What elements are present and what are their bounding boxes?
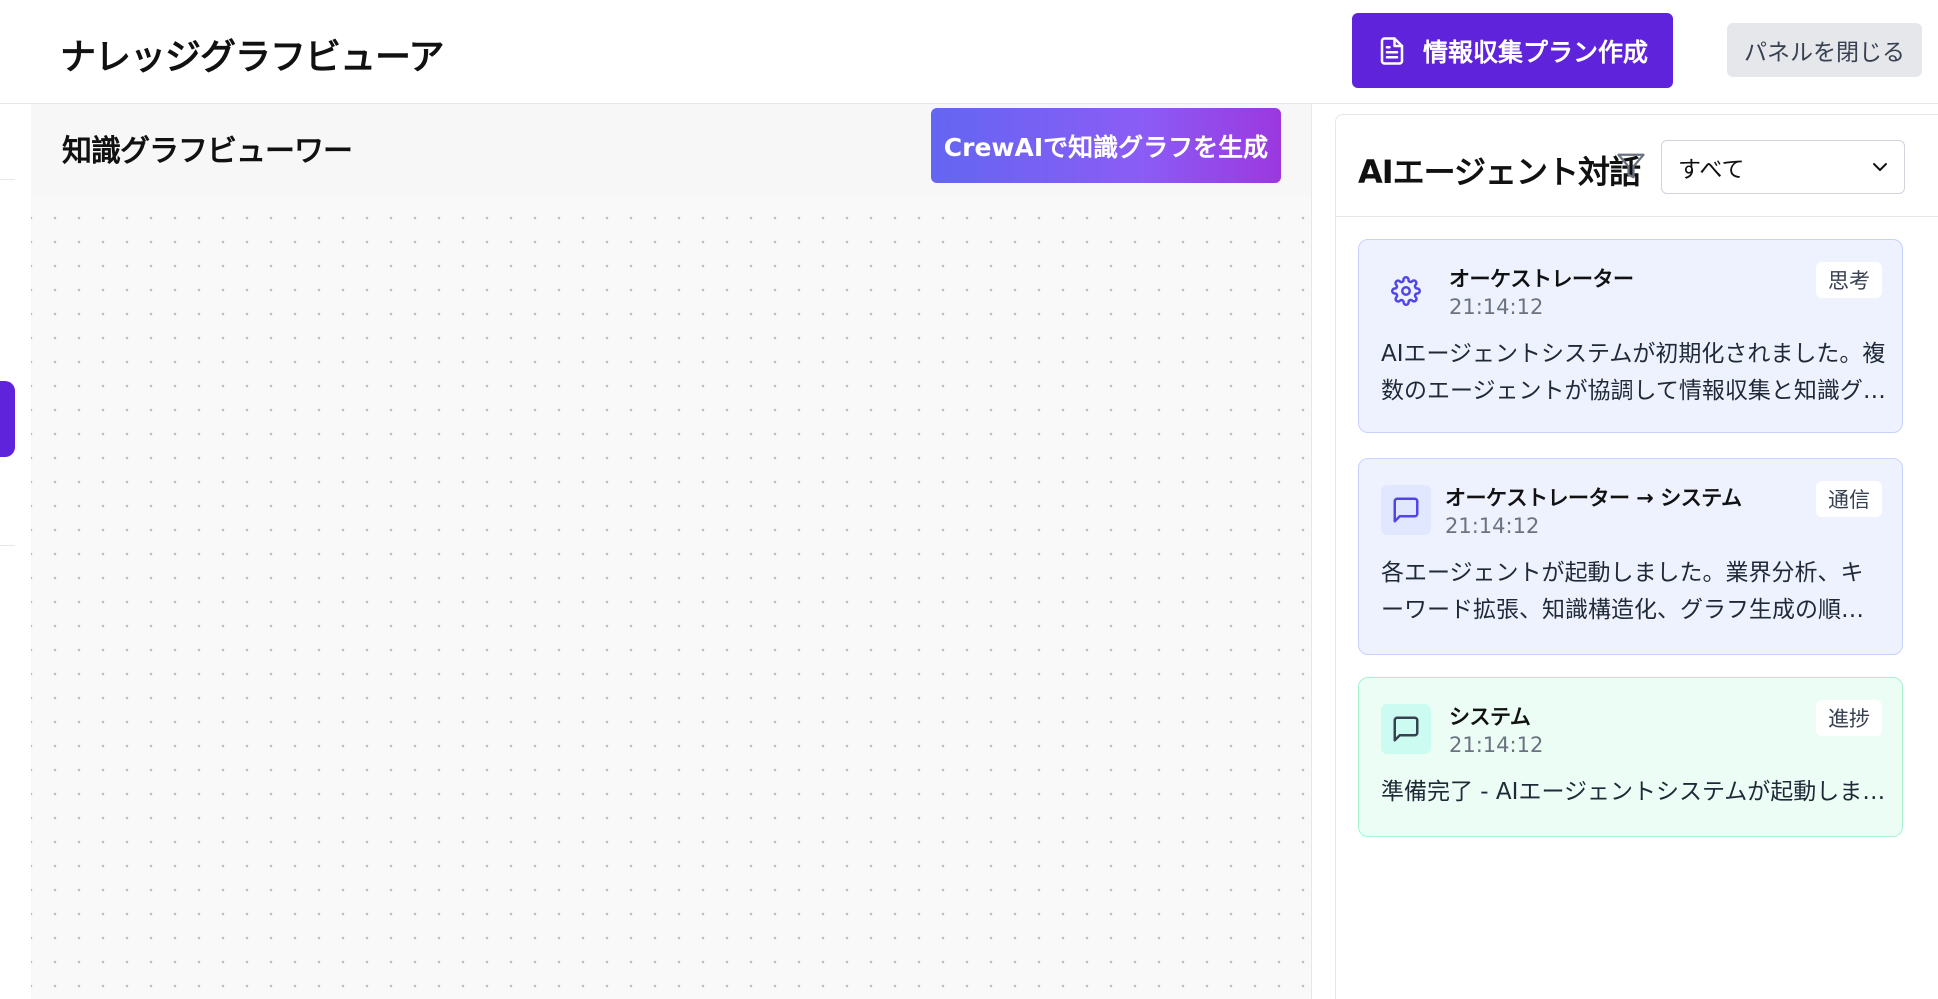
message-timestamp: 21:14:12 — [1445, 514, 1540, 538]
message-sender: オーケストレーター — [1449, 267, 1634, 291]
message-square-icon — [1393, 716, 1419, 742]
message-sender: システム — [1449, 705, 1531, 729]
document-icon — [1380, 36, 1404, 65]
message-timestamp: 21:14:12 — [1449, 295, 1544, 319]
agent-dialogue-panel: AIエージェント対話 すべて オーケストレーター 21:14:12 思考 AIエ… — [1335, 114, 1938, 999]
message-body: AIエージェントシステムが初期化されました。複数のエージェントが協調して情報収集… — [1381, 341, 1886, 404]
left-sidebar-collapsed — [0, 104, 31, 999]
filter-selected-value: すべて — [1678, 157, 1745, 183]
message-icon-box — [1381, 266, 1431, 316]
agent-message-card[interactable]: オーケストレーター 21:14:12 思考 AIエージェントシステムが初期化され… — [1358, 239, 1903, 433]
message-filter-select[interactable]: すべて — [1661, 140, 1905, 194]
message-icon-box — [1381, 485, 1431, 535]
top-header: ナレッジグラフビューア 情報収集プラン作成 パネルを閉じる — [0, 0, 1938, 104]
message-body: 各エージェントが起動しました。業界分析、キーワード拡張、知識構造化、グラフ生成の… — [1381, 560, 1864, 623]
graph-canvas[interactable] — [31, 196, 1311, 999]
message-square-icon — [1393, 497, 1419, 523]
message-type-badge: 思考 — [1816, 262, 1882, 298]
graph-viewer-title: 知識グラフビューワー — [62, 134, 353, 169]
graph-viewer-header: 知識グラフビューワー CrewAIで知識グラフを生成 — [31, 104, 1311, 196]
gear-icon — [1391, 276, 1421, 306]
filter-icon — [1617, 153, 1645, 179]
sidebar-divider — [0, 179, 15, 180]
message-type-badge: 通信 — [1816, 481, 1882, 517]
agent-message-card[interactable]: オーケストレーター → システム 21:14:12 通信 各エージェントが起動し… — [1358, 458, 1903, 655]
agent-panel-title: AIエージェント対話 — [1358, 153, 1641, 191]
message-timestamp: 21:14:12 — [1449, 733, 1544, 757]
graph-viewer-panel: 知識グラフビューワー CrewAIで知識グラフを生成 — [31, 104, 1312, 999]
sidebar-divider — [0, 545, 15, 546]
message-sender: オーケストレーター → システム — [1445, 486, 1742, 510]
generate-graph-button[interactable]: CrewAIで知識グラフを生成 — [931, 108, 1281, 183]
agent-panel-header: AIエージェント対話 すべて — [1336, 115, 1938, 217]
chevron-down-icon — [1873, 163, 1887, 171]
message-body: 準備完了 - AIエージェントシステムが起動しました — [1381, 779, 1886, 805]
message-type-badge: 進捗 — [1816, 700, 1882, 736]
sidebar-active-tab[interactable] — [0, 381, 15, 457]
agent-message-card[interactable]: システム 21:14:12 進捗 準備完了 - AIエージェントシステムが起動し… — [1358, 677, 1903, 837]
message-icon-box — [1381, 704, 1431, 754]
create-plan-label: 情報収集プラン作成 — [1422, 37, 1648, 67]
app-title: ナレッジグラフビューア — [60, 37, 445, 78]
close-panel-button[interactable]: パネルを閉じる — [1727, 23, 1922, 77]
create-plan-button[interactable]: 情報収集プラン作成 — [1352, 13, 1673, 88]
